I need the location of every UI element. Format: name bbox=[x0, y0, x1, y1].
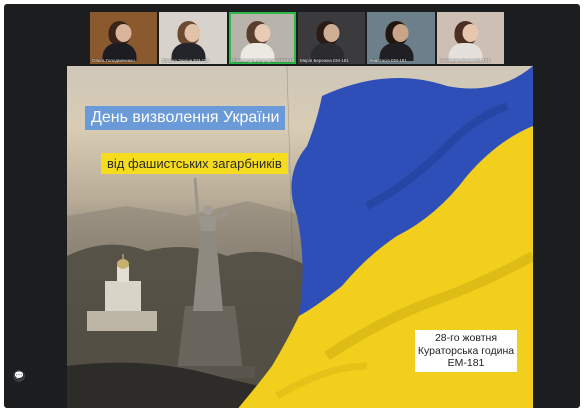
date-caption: 28-го жовтня Кураторська година ЕМ-181 bbox=[415, 330, 517, 372]
slide-subtitle: від фашистських загарбників bbox=[101, 153, 288, 174]
participant-video bbox=[379, 21, 414, 61]
group-line: ЕМ-181 bbox=[447, 357, 485, 369]
participant-video bbox=[171, 21, 206, 61]
participant-name: Ольга Голодниченко bbox=[92, 58, 135, 63]
participant-name: Олександра Бородавко ЕМ-181 bbox=[230, 58, 294, 63]
participant-name: Дарина Зюкіна ЕМ-181 bbox=[161, 58, 210, 63]
participant-tile[interactable]: Дарина Зюкіна ЕМ-181 bbox=[159, 12, 227, 64]
participant-tile[interactable]: Анастасія ЕМ-181 bbox=[367, 12, 435, 64]
participant-video bbox=[102, 21, 137, 61]
date-line: 28-го жовтня bbox=[434, 332, 498, 344]
participant-name: Любомира Білик ЕМ-181 bbox=[438, 58, 490, 63]
shared-screen-slide: День визволення України від фашистських … bbox=[67, 66, 533, 408]
participant-tile[interactable]: Любомира Білик ЕМ-181 bbox=[436, 12, 504, 64]
participant-gallery: Ольга Голодниченко Дарина Зюкіна ЕМ-181 Ол… bbox=[90, 12, 504, 64]
slide-title: День визволення України bbox=[85, 106, 286, 130]
participant-video bbox=[240, 21, 275, 61]
participant-video bbox=[310, 21, 345, 61]
participant-tile[interactable]: Марія Бережна ЕМ-181 bbox=[297, 12, 366, 64]
participant-name: Анастасія ЕМ-181 bbox=[369, 58, 407, 63]
event-line: Кураторська година bbox=[417, 344, 515, 357]
participant-tile[interactable]: Олександра Бородавко ЕМ-181 bbox=[228, 12, 296, 64]
chat-icon[interactable]: 💬 bbox=[13, 370, 25, 382]
video-call-window: Ольга Голодниченко Дарина Зюкіна ЕМ-181 Ол… bbox=[4, 4, 580, 408]
participant-video bbox=[448, 21, 483, 61]
participant-tile[interactable]: Ольга Голодниченко bbox=[90, 12, 158, 64]
participant-name: Марія Бережна ЕМ-181 bbox=[299, 58, 349, 63]
